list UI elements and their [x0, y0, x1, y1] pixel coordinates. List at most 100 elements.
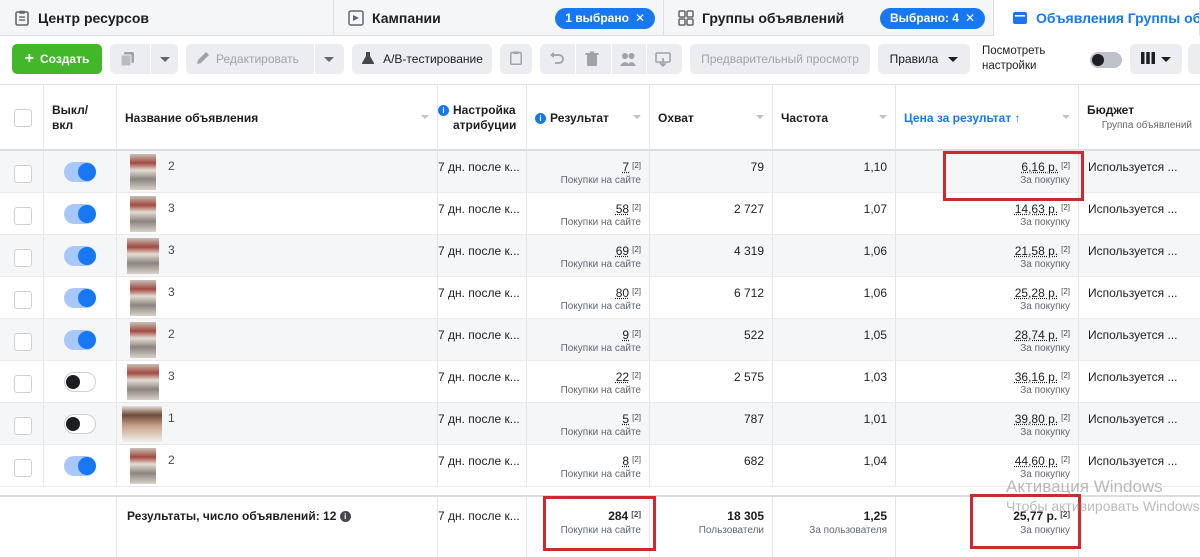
chevron-down-icon[interactable] — [160, 57, 170, 62]
ad-thumbnail[interactable] — [127, 238, 159, 274]
chevron-down-icon — [948, 56, 959, 62]
result-value[interactable]: 80 [2] — [616, 286, 641, 300]
edit-button[interactable]: Редактировать — [186, 44, 344, 74]
ad-status-toggle[interactable] — [64, 456, 96, 476]
ad-name[interactable]: 3 — [168, 369, 175, 383]
tab-ads[interactable]: Объявления Группы объ — [994, 0, 1200, 36]
col-frequency[interactable]: Частота — [773, 85, 896, 150]
tab-resource-center[interactable]: Центр ресурсов — [0, 0, 334, 36]
ad-name[interactable]: 3 — [168, 201, 175, 215]
ad-thumbnail[interactable] — [130, 322, 156, 358]
col-budget[interactable]: Бюджет Группа объявлений — [1079, 85, 1200, 150]
ad-name[interactable]: 2 — [168, 453, 175, 467]
col-attribution-label: Настройка атрибуции — [453, 103, 517, 132]
cost-value[interactable]: 21,58 р. [2] — [1015, 244, 1070, 258]
ad-thumbnail[interactable] — [127, 364, 159, 400]
ad-status-toggle[interactable] — [64, 330, 96, 350]
row-checkbox[interactable] — [14, 459, 32, 477]
ad-status-toggle[interactable] — [64, 162, 96, 182]
ad-name[interactable]: 3 — [168, 243, 175, 257]
selection-badge[interactable]: Выбрано: 4 ✕ — [880, 8, 985, 29]
footnote-marker-icon: [2] — [1061, 371, 1070, 380]
preview-button[interactable]: Предварительный просмотр — [690, 44, 870, 74]
col-attribution[interactable]: i Настройка атрибуции — [438, 85, 527, 150]
ad-status-toggle[interactable] — [64, 288, 96, 308]
col-cost-per-result[interactable]: Цена за результат ↑ — [896, 85, 1079, 150]
close-icon[interactable]: ✕ — [635, 8, 645, 29]
close-icon[interactable]: ✕ — [965, 8, 975, 29]
result-value[interactable]: 7 [2] — [622, 160, 641, 174]
ad-status-toggle[interactable] — [64, 414, 96, 434]
tab-campaigns[interactable]: Кампании 1 выбрано ✕ — [334, 0, 664, 36]
row-checkbox[interactable] — [14, 165, 32, 183]
cost-value[interactable]: 14,63 р. [2] — [1015, 202, 1070, 216]
trash-icon[interactable] — [584, 51, 600, 70]
cost-value[interactable]: 39,80 р. [2] — [1015, 412, 1070, 426]
people-icon[interactable] — [619, 51, 637, 70]
ad-thumbnail[interactable] — [130, 154, 156, 190]
result-value[interactable]: 58 [2] — [616, 202, 641, 216]
col-result[interactable]: i Результат — [527, 85, 650, 150]
select-all-checkbox[interactable] — [14, 109, 32, 127]
result-sub: Покупки на сайте — [560, 301, 641, 312]
table-row[interactable]: 37 дн. после к... 22 [2] Покупки на сайте 2 … — [0, 361, 1200, 403]
ad-name[interactable]: 2 — [168, 159, 175, 173]
share-icon[interactable] — [655, 51, 671, 70]
table-row[interactable]: 17 дн. после к... 5 [2] Покупки на сайте 787… — [0, 403, 1200, 445]
ad-thumbnail[interactable] — [130, 280, 156, 316]
cost-value[interactable]: 6,16 р. [2] — [1021, 160, 1070, 174]
tab-ad-sets[interactable]: Группы объявлений Выбрано: 4 ✕ — [664, 0, 994, 36]
result-value[interactable]: 9 [2] — [622, 328, 641, 342]
ab-test-button[interactable]: A/B-тестирование — [352, 44, 492, 74]
row-result-cell: 8 [2] Покупки на сайте — [527, 445, 650, 487]
result-value[interactable]: 5 [2] — [622, 412, 641, 426]
result-value[interactable]: 22 [2] — [616, 370, 641, 384]
duplicate-button[interactable] — [110, 44, 178, 74]
ad-thumbnail[interactable] — [130, 196, 156, 232]
ad-status-toggle[interactable] — [64, 372, 96, 392]
row-checkbox[interactable] — [14, 417, 32, 435]
table-row[interactable]: 27 дн. после к... 9 [2] Покупки на сайте 522… — [0, 319, 1200, 361]
table-row[interactable]: 27 дн. после к... 7 [2] Покупки на сайте 79 1… — [0, 151, 1200, 193]
view-settings-toggle[interactable] — [1090, 52, 1122, 68]
totals-result[interactable]: 284 [2] — [608, 509, 641, 523]
ad-thumbnail[interactable] — [130, 448, 156, 484]
columns-button[interactable] — [1130, 44, 1182, 74]
col-reach[interactable]: Охват — [650, 85, 773, 150]
cost-value[interactable]: 25,28 р. [2] — [1015, 286, 1070, 300]
ad-status-toggle[interactable] — [64, 204, 96, 224]
more-button[interactable] — [1188, 44, 1200, 74]
table-row[interactable]: 37 дн. после к... 58 [2] Покупки на сайте 2 … — [0, 193, 1200, 235]
cost-value[interactable]: 36,16 р. [2] — [1015, 370, 1070, 384]
table-row[interactable]: 37 дн. после к... 80 [2] Покупки на сайте 6 … — [0, 277, 1200, 319]
col-toggle[interactable]: Выкл/вкл — [44, 85, 117, 150]
ad-thumbnail[interactable] — [122, 406, 162, 442]
row-checkbox[interactable] — [14, 207, 32, 225]
ad-name[interactable]: 3 — [168, 285, 175, 299]
toggle-knob — [78, 331, 96, 349]
ad-status-toggle[interactable] — [64, 246, 96, 266]
budget-value: Используется ... — [1088, 454, 1178, 468]
cost-value[interactable]: 44,60 р. [2] — [1015, 454, 1070, 468]
rules-button[interactable]: Правила — [878, 44, 970, 74]
result-value[interactable]: 69 [2] — [616, 244, 641, 258]
badge-text: Выбрано: 4 — [890, 11, 959, 25]
cost-value[interactable]: 28,74 р. [2] — [1015, 328, 1070, 342]
reach-value: 79 — [750, 160, 764, 174]
create-button[interactable]: + Создать — [12, 44, 102, 74]
ad-name[interactable]: 2 — [168, 327, 175, 341]
selection-badge[interactable]: 1 выбрано ✕ — [555, 8, 655, 29]
row-checkbox[interactable] — [14, 249, 32, 267]
row-checkbox[interactable] — [14, 291, 32, 309]
row-checkbox[interactable] — [14, 375, 32, 393]
chevron-down-icon[interactable] — [324, 57, 334, 62]
row-checkbox[interactable] — [14, 333, 32, 351]
report-button[interactable] — [500, 44, 532, 74]
table-row[interactable]: 37 дн. после к... 69 [2] Покупки на сайте 4 … — [0, 235, 1200, 277]
col-name[interactable]: Название объявления — [117, 85, 438, 150]
result-value[interactable]: 8 [2] — [622, 454, 641, 468]
pencil-icon — [196, 51, 210, 68]
totals-frequency-sub: За пользователя — [809, 525, 887, 536]
ad-name[interactable]: 1 — [168, 411, 175, 425]
undo-icon[interactable] — [549, 51, 565, 70]
